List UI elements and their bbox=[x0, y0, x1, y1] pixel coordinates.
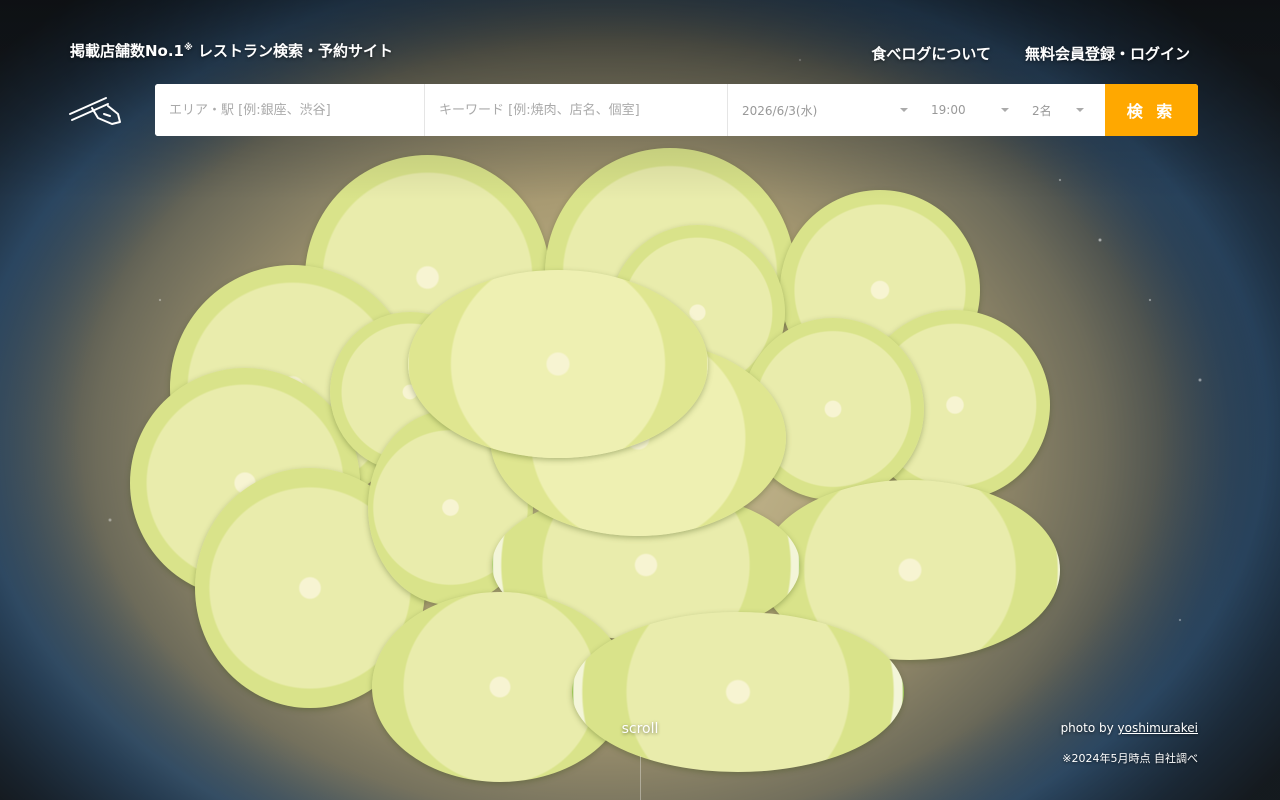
hero-background: 掲載店舗数No.1※ レストラン検索・予約サイト 食べログについて 無料会員登録… bbox=[0, 0, 1280, 800]
header-nav: 食べログについて 無料会員登録・ログイン bbox=[871, 43, 1190, 64]
people-select[interactable]: 2名 bbox=[1019, 84, 1094, 136]
search-button[interactable]: 検 索 bbox=[1105, 84, 1198, 136]
area-search-input[interactable] bbox=[155, 84, 425, 136]
tagline-footnote-mark: ※ bbox=[184, 43, 193, 53]
photo-credit-prefix: photo by bbox=[1060, 721, 1118, 735]
keyword-search-input[interactable] bbox=[425, 84, 728, 136]
chevron-down-icon bbox=[1001, 108, 1009, 112]
tagline-main: 掲載店舗数No.1 bbox=[70, 42, 184, 60]
site-tagline: 掲載店舗数No.1※ レストラン検索・予約サイト bbox=[70, 40, 393, 61]
tagline-rest: レストラン検索・予約サイト bbox=[192, 42, 393, 60]
chevron-down-icon bbox=[1076, 108, 1084, 112]
lime-slice bbox=[572, 612, 904, 772]
time-select-value: 19:00 bbox=[931, 103, 966, 117]
chevron-down-icon bbox=[900, 108, 908, 112]
chopsticks-hand-icon[interactable] bbox=[68, 92, 124, 128]
photo-credit: photo by yoshimurakei bbox=[1061, 721, 1198, 735]
scroll-indicator-line bbox=[640, 756, 641, 800]
search-form: 2026/6/3(水) 19:00 2名 検 索 bbox=[155, 84, 1198, 136]
lime-slice bbox=[408, 270, 708, 458]
survey-footnote: ※2024年5月時点 自社調べ bbox=[1062, 752, 1198, 765]
nav-about-link[interactable]: 食べログについて bbox=[871, 43, 991, 64]
time-select[interactable]: 19:00 bbox=[918, 84, 1019, 136]
logo-svg bbox=[69, 97, 121, 125]
date-select-value: 2026/6/3(水) bbox=[742, 103, 818, 118]
people-select-value: 2名 bbox=[1032, 103, 1052, 118]
date-select[interactable]: 2026/6/3(水) bbox=[728, 84, 918, 136]
scroll-indicator-label[interactable]: scroll bbox=[610, 721, 670, 737]
nav-login-link[interactable]: 無料会員登録・ログイン bbox=[1025, 43, 1190, 64]
photo-author-link[interactable]: yoshimurakei bbox=[1118, 721, 1198, 735]
